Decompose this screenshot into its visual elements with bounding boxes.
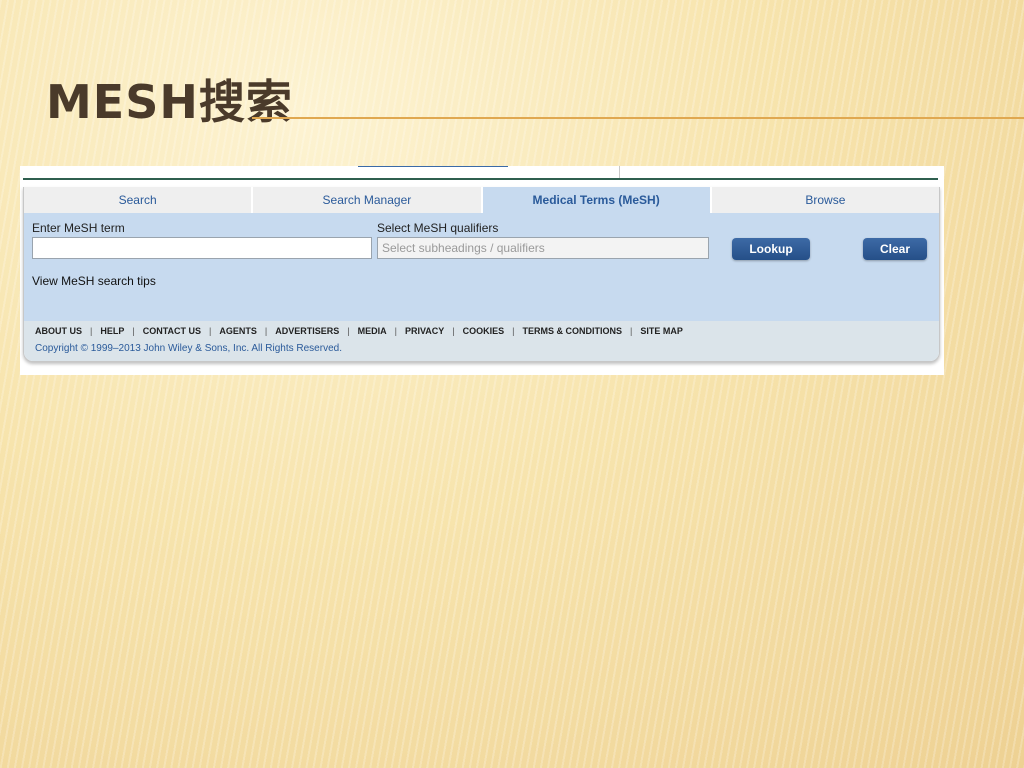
footer-link-media[interactable]: MEDIA bbox=[358, 326, 387, 336]
footer-link-agents[interactable]: AGENTS bbox=[219, 326, 257, 336]
mesh-search-panel: Enter MeSH term Select MeSH qualifiers S… bbox=[24, 213, 939, 321]
copyright-text: Copyright © 1999–2013 John Wiley & Sons,… bbox=[35, 343, 342, 354]
tab-search-manager[interactable]: Search Manager bbox=[253, 187, 483, 213]
slide-title: MESH搜索 bbox=[46, 75, 293, 129]
title-divider bbox=[252, 117, 1024, 119]
footer-link-site-map[interactable]: SITE MAP bbox=[640, 326, 683, 336]
top-bar-underline bbox=[358, 166, 508, 167]
mesh-term-label: Enter MeSH term bbox=[32, 221, 125, 235]
site-footer: ABOUT US | HELP | CONTACT US | AGENTS | ADVERTIS… bbox=[24, 321, 939, 361]
lookup-button[interactable]: Lookup bbox=[732, 238, 810, 260]
top-bar-divider bbox=[23, 166, 620, 178]
mesh-qualifiers-label: Select MeSH qualifiers bbox=[377, 221, 499, 235]
footer-links: ABOUT US | HELP | CONTACT US | AGENTS | ADVERTIS… bbox=[35, 326, 683, 336]
tab-medical-terms-mesh[interactable]: Medical Terms (MeSH) bbox=[482, 187, 712, 213]
footer-link-cookies[interactable]: COOKIES bbox=[463, 326, 505, 336]
mesh-search-tips-link[interactable]: View MeSH search tips bbox=[32, 274, 156, 288]
footer-link-help[interactable]: HELP bbox=[100, 326, 124, 336]
footer-link-advertisers[interactable]: ADVERTISERS bbox=[275, 326, 339, 336]
tab-browse[interactable]: Browse bbox=[711, 187, 939, 213]
footer-link-terms-conditions[interactable]: TERMS & CONDITIONS bbox=[523, 326, 623, 336]
tab-bar: Search Search Manager Medical Terms (MeS… bbox=[24, 187, 939, 213]
footer-link-about-us[interactable]: ABOUT US bbox=[35, 326, 82, 336]
footer-link-contact-us[interactable]: CONTACT US bbox=[143, 326, 201, 336]
clear-button[interactable]: Clear bbox=[863, 238, 927, 260]
top-bar bbox=[23, 166, 938, 180]
tab-search[interactable]: Search bbox=[24, 187, 254, 213]
mesh-qualifiers-select[interactable]: Select subheadings / qualifiers bbox=[377, 237, 709, 259]
search-widget: Search Search Manager Medical Terms (MeS… bbox=[23, 187, 940, 362]
mesh-term-input[interactable] bbox=[32, 237, 372, 259]
footer-link-privacy[interactable]: PRIVACY bbox=[405, 326, 444, 336]
screenshot-panel: Search Search Manager Medical Terms (MeS… bbox=[20, 166, 944, 375]
